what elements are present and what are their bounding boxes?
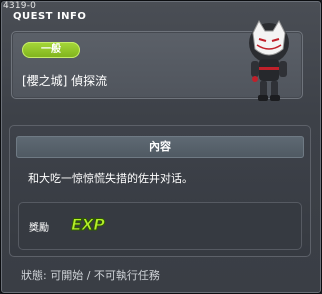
quest-content-panel: 內容 和大吃一惊惊慌失措的佐井对话。 獎勵 EXP [9,125,311,257]
quest-status: 狀態: 可開始 / 不可執行任務 [21,269,160,282]
quest-description: 和大吃一惊惊慌失措的佐井对话。 [28,172,193,185]
content-header: 內容 [16,136,304,158]
window-title: QUEST INFO [13,11,87,22]
reward-box: 獎勵 EXP [18,202,302,250]
category-badge: 一般 [22,42,80,58]
reward-label: 獎勵 [29,223,49,234]
exp-icon[interactable]: EXP [71,215,106,235]
quest-name: [櫻之城] 偵探流 [22,74,108,88]
quest-info-window: 4319-0 QUEST INFO 一般 [櫻之城] 偵探流 內容 和大吃一惊惊… [0,0,322,294]
quest-id: 4319-0 [3,1,37,11]
npc-portrait-icon [249,19,289,101]
